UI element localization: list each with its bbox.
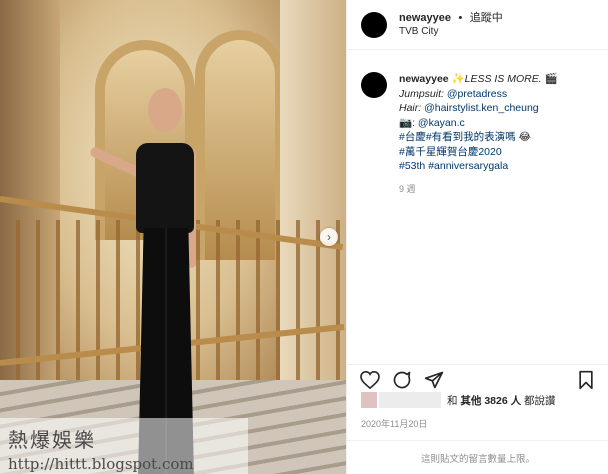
likes-summary: 和 其他 3826 人 都說讚 <box>361 392 556 408</box>
avatar[interactable] <box>361 11 387 38</box>
post-sidebar: newayyee • 追蹤中 TVB City newayyee ✨LESS I… <box>346 0 608 474</box>
comment-icon[interactable] <box>391 369 413 391</box>
watermark-url: http://hittt.blogspot.com <box>8 455 194 473</box>
following-button[interactable]: 追蹤中 <box>470 12 503 24</box>
watermark-title: 熱爆娛樂 <box>8 428 96 452</box>
separator-dot: • <box>458 12 463 24</box>
caption-username[interactable]: newayyee <box>399 73 449 85</box>
heart-icon[interactable] <box>359 369 381 391</box>
watermark: 熱爆娛樂 http://hittt.blogspot.com <box>0 418 248 474</box>
post-location[interactable]: TVB City <box>399 25 503 39</box>
chevron-right-icon[interactable]: › <box>320 228 338 246</box>
hair-label: Hair: <box>399 102 422 114</box>
hashtag-link[interactable]: #萬千星輝賀台慶2020 <box>399 146 502 158</box>
post-header: newayyee • 追蹤中 TVB City <box>347 0 608 50</box>
caption-headline: LESS IS MORE. <box>464 73 542 85</box>
liker-name-redacted <box>379 392 441 408</box>
likes-suffix: 都說讚 <box>524 394 556 407</box>
mention-link[interactable]: @kayan.c <box>418 117 465 129</box>
laugh-emoji: 😂 <box>518 131 531 143</box>
jumpsuit-label: Jumpsuit: <box>399 87 444 100</box>
post-date: 2020年11月20日 <box>361 419 428 429</box>
action-bar <box>347 364 608 390</box>
hashtag-link[interactable]: #anniversarygala <box>428 160 508 172</box>
mention-link[interactable]: @hairstylist.ken_cheung <box>424 102 539 114</box>
camera-emoji: 📷: <box>399 116 415 129</box>
caption-time: 9 週 <box>399 183 416 194</box>
photo-person <box>88 82 214 474</box>
mention-link[interactable]: @pretadress <box>447 88 507 100</box>
likes-count[interactable]: 其他 3826 人 <box>460 393 521 408</box>
post-photo: › 熱爆娛樂 http://hittt.blogspot.com <box>0 0 346 474</box>
send-icon[interactable] <box>423 369 445 391</box>
hashtag-link[interactable]: #53th <box>399 160 425 172</box>
bookmark-icon[interactable] <box>575 369 597 391</box>
comments-limit-notice: 這則貼文的留言數量上限。 <box>347 440 608 474</box>
hashtag-link[interactable]: #台慶 <box>399 131 426 143</box>
post-username[interactable]: newayyee <box>399 12 451 24</box>
liker-avatar[interactable] <box>361 392 377 408</box>
clapper-emoji: 🎬 <box>544 73 558 85</box>
likes-prefix: 和 <box>447 394 458 407</box>
sparkle-emoji: ✨ <box>451 73 465 85</box>
hashtag-link[interactable]: #有看到我的表演嗎 <box>426 131 516 143</box>
avatar[interactable] <box>361 72 387 98</box>
caption: newayyee ✨LESS IS MORE. 🎬 Jumpsuit: @pre… <box>347 50 608 196</box>
